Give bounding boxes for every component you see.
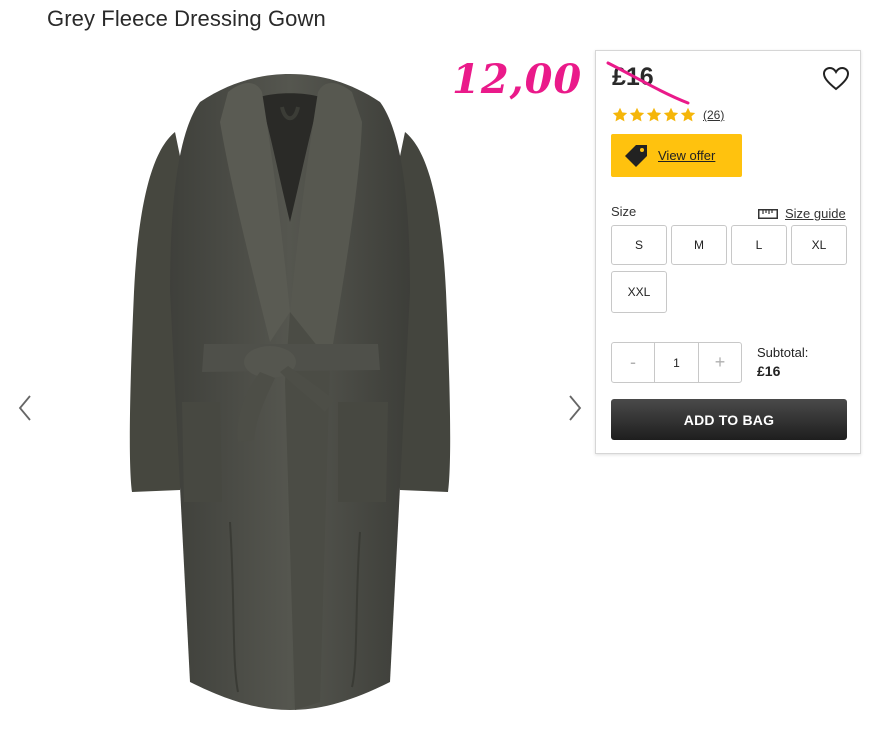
star-icon: [663, 107, 679, 122]
gallery-prev-button[interactable]: [13, 388, 39, 428]
quantity-input[interactable]: 1: [654, 343, 699, 382]
size-option-xxl[interactable]: XXL: [611, 271, 667, 313]
price-tag-icon: [625, 144, 647, 167]
rating: (26): [612, 107, 724, 123]
size-label: Size: [611, 204, 637, 219]
view-offer-button[interactable]: View offer: [611, 134, 742, 177]
price-strikethrough: [606, 61, 690, 105]
size-option-l[interactable]: L: [731, 225, 787, 265]
quantity-increase-button[interactable]: +: [699, 343, 741, 382]
size-guide-link[interactable]: Size guide: [758, 206, 846, 221]
size-option-m[interactable]: M: [671, 225, 727, 265]
star-icon: [612, 107, 628, 122]
ruler-icon: [758, 208, 778, 219]
review-count-link[interactable]: (26): [703, 108, 724, 122]
subtotal-value: £16: [757, 363, 781, 379]
subtotal-label: Subtotal:: [757, 345, 809, 360]
star-icon: [646, 107, 662, 122]
chevron-left-icon: [18, 395, 31, 421]
heart-outline-icon: [822, 66, 850, 91]
wishlist-button[interactable]: [822, 66, 850, 92]
add-to-bag-button[interactable]: ADD TO BAG: [611, 399, 847, 440]
quantity-decrease-button[interactable]: -: [612, 343, 654, 382]
star-icon: [680, 107, 696, 122]
gallery-next-button[interactable]: [561, 388, 587, 428]
product-image: [129, 74, 451, 710]
chevron-right-icon: [569, 395, 582, 421]
size-option-s[interactable]: S: [611, 225, 667, 265]
size-option-xl[interactable]: XL: [791, 225, 847, 265]
star-rating: [612, 107, 696, 123]
quantity-stepper: - 1 +: [611, 342, 742, 383]
purchase-panel: £16 (26) View offer Size Size guide S M …: [595, 50, 861, 454]
star-icon: [629, 107, 645, 122]
product-title: Grey Fleece Dressing Gown: [47, 6, 326, 31]
view-offer-label: View offer: [658, 148, 716, 163]
promo-price: 12,00: [452, 56, 583, 103]
size-guide-label: Size guide: [785, 206, 846, 221]
